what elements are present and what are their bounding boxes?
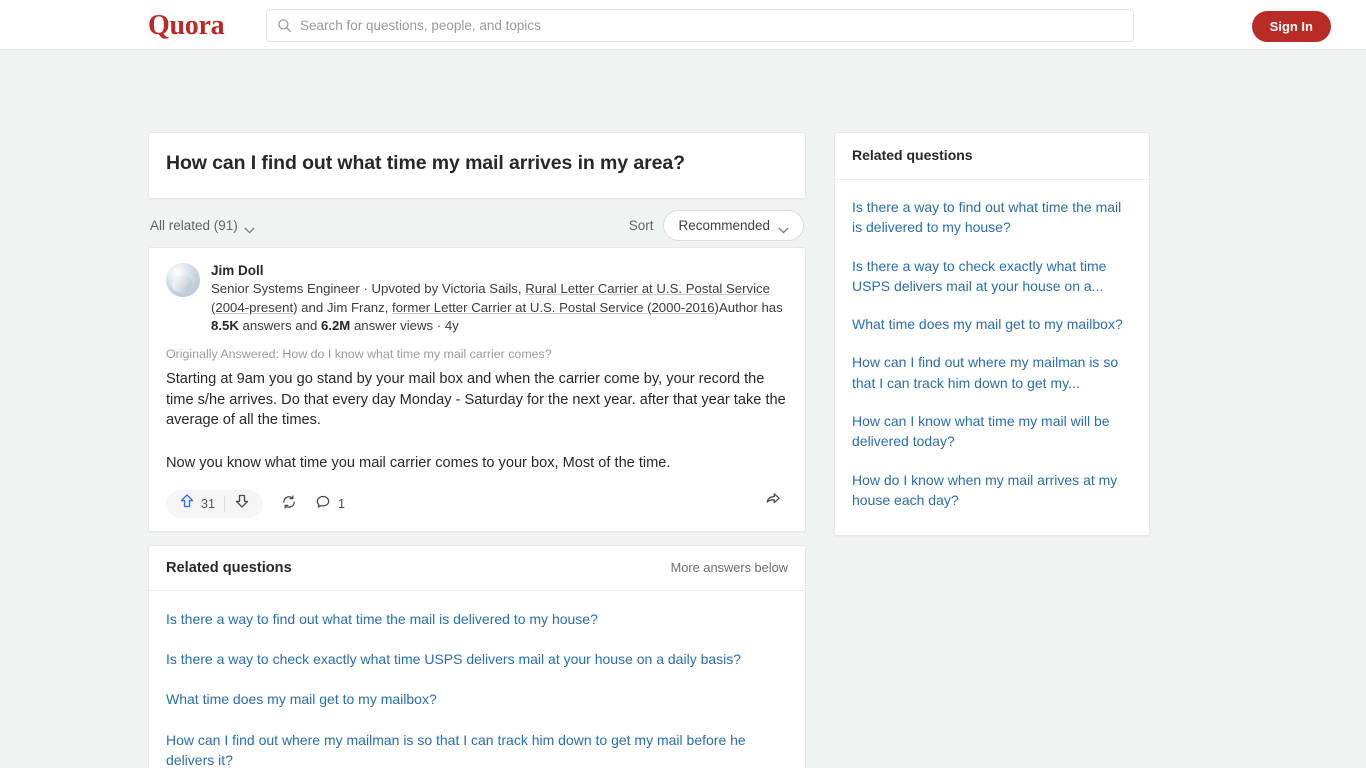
list-item[interactable]: Is there a way to check exactly what tim… — [166, 639, 788, 679]
sidebar-item-1[interactable]: Is there a way to check exactly what tim… — [852, 247, 1132, 306]
upvote-count: 31 — [201, 496, 216, 511]
comment-count: 1 — [338, 496, 346, 511]
question-card: How can I find out what time my mail arr… — [148, 132, 806, 200]
answer-paragraph: Starting at 9am you go stand by your mai… — [166, 371, 786, 429]
share-button[interactable] — [764, 490, 782, 513]
credential-post-3: answer views · 4y — [350, 317, 459, 333]
author-name[interactable]: Jim Doll — [211, 263, 788, 278]
sidebar: Related questions Is there a way to find… — [834, 132, 1150, 537]
related-questions-title: Related questions — [166, 559, 292, 576]
list-item[interactable]: Is there a way to find out what time the… — [166, 599, 788, 639]
all-related-label: All related (91) — [150, 217, 238, 233]
page-body: How can I find out what time my mail arr… — [0, 50, 1366, 768]
page-title: How can I find out what time my mail arr… — [166, 152, 685, 174]
sidebar-title: Related questions — [852, 147, 973, 163]
related-questions-header: Related questions More answers below — [149, 546, 805, 591]
author-credential: Senior Systems Engineer · Upvoted by Vic… — [211, 280, 788, 335]
sort-label: Sort — [628, 217, 654, 233]
credential-post-2: answers and — [238, 317, 321, 333]
sidebar-list: Is there a way to find out what time the… — [835, 180, 1149, 535]
search-input[interactable] — [300, 18, 1123, 33]
list-item[interactable]: What time does my mail get to my mailbox… — [166, 679, 788, 719]
sort-dropdown[interactable]: Recommended — [663, 209, 804, 241]
comment-button[interactable]: 1 — [315, 494, 345, 513]
credential-post: Author has — [718, 299, 783, 315]
sidebar-item-0[interactable]: Is there a way to find out what time the… — [852, 188, 1132, 247]
avatar[interactable] — [166, 263, 200, 298]
answers-count: 8.5K — [211, 317, 239, 333]
answer-body: Starting at 9am you go stand by your mai… — [166, 369, 788, 474]
main-column: How can I find out what time my mail arr… — [148, 132, 806, 768]
answer-card: Jim Doll Senior Systems Engineer · Upvot… — [148, 247, 806, 532]
top-header: Quora Sign In — [0, 0, 1366, 50]
author-meta: Jim Doll Senior Systems Engineer · Upvot… — [211, 263, 788, 335]
answer-paragraph: Now you know what time you mail carrier … — [166, 455, 671, 472]
filter-row: All related (91) Sort Recommended — [148, 203, 806, 247]
sidebar-item-2[interactable]: What time does my mail get to my mailbox… — [852, 305, 1132, 343]
sign-in-button[interactable]: Sign In — [1251, 11, 1331, 42]
sidebar-item-3[interactable]: How can I find out where my mailman is s… — [852, 343, 1132, 402]
author-row: Jim Doll Senior Systems Engineer · Upvot… — [166, 263, 788, 335]
quora-logo[interactable]: Quora — [148, 10, 225, 42]
chevron-down-icon — [244, 222, 255, 234]
downvote-icon — [234, 493, 250, 514]
related-questions-card: Related questions More answers below Is … — [148, 544, 806, 768]
sidebar-related-questions-card: Related questions Is there a way to find… — [834, 132, 1150, 537]
related-questions-list: Is there a way to find out what time the… — [149, 591, 805, 768]
answer-action-bar: 31 1 — [166, 482, 788, 526]
repost-button[interactable] — [281, 494, 297, 513]
comment-icon — [315, 494, 331, 513]
chevron-down-icon — [778, 222, 789, 234]
list-item[interactable]: How can I find out where my mailman is s… — [166, 720, 788, 768]
sidebar-header: Related questions — [835, 133, 1149, 180]
sidebar-item-4[interactable]: How can I know what time my mail will be… — [852, 402, 1132, 461]
more-answers-below-label[interactable]: More answers below — [671, 560, 788, 575]
all-related-dropdown[interactable]: All related (91) — [150, 217, 255, 234]
repost-icon — [281, 494, 297, 513]
share-icon — [764, 493, 782, 512]
vote-pill: 31 — [166, 489, 264, 518]
originally-answered-note: Originally Answered: How do I know what … — [166, 347, 552, 361]
sidebar-item-5[interactable]: How do I know when my mail arrives at my… — [852, 461, 1132, 520]
credential-link-2[interactable]: former Letter Carrier at U.S. Postal Ser… — [392, 300, 719, 315]
search-icon — [277, 18, 292, 33]
credential-pre: Senior Systems Engineer · Upvoted by Vic… — [211, 281, 526, 297]
sort-group: Sort Recommended — [628, 209, 804, 241]
upvote-icon — [179, 493, 195, 514]
sort-value: Recommended — [678, 217, 770, 233]
upvote-button[interactable]: 31 — [170, 490, 224, 518]
search-bar[interactable] — [266, 9, 1134, 42]
views-count: 6.2M — [320, 317, 351, 333]
downvote-button[interactable] — [225, 490, 259, 518]
credential-mid: and Jim Franz, — [297, 299, 393, 315]
